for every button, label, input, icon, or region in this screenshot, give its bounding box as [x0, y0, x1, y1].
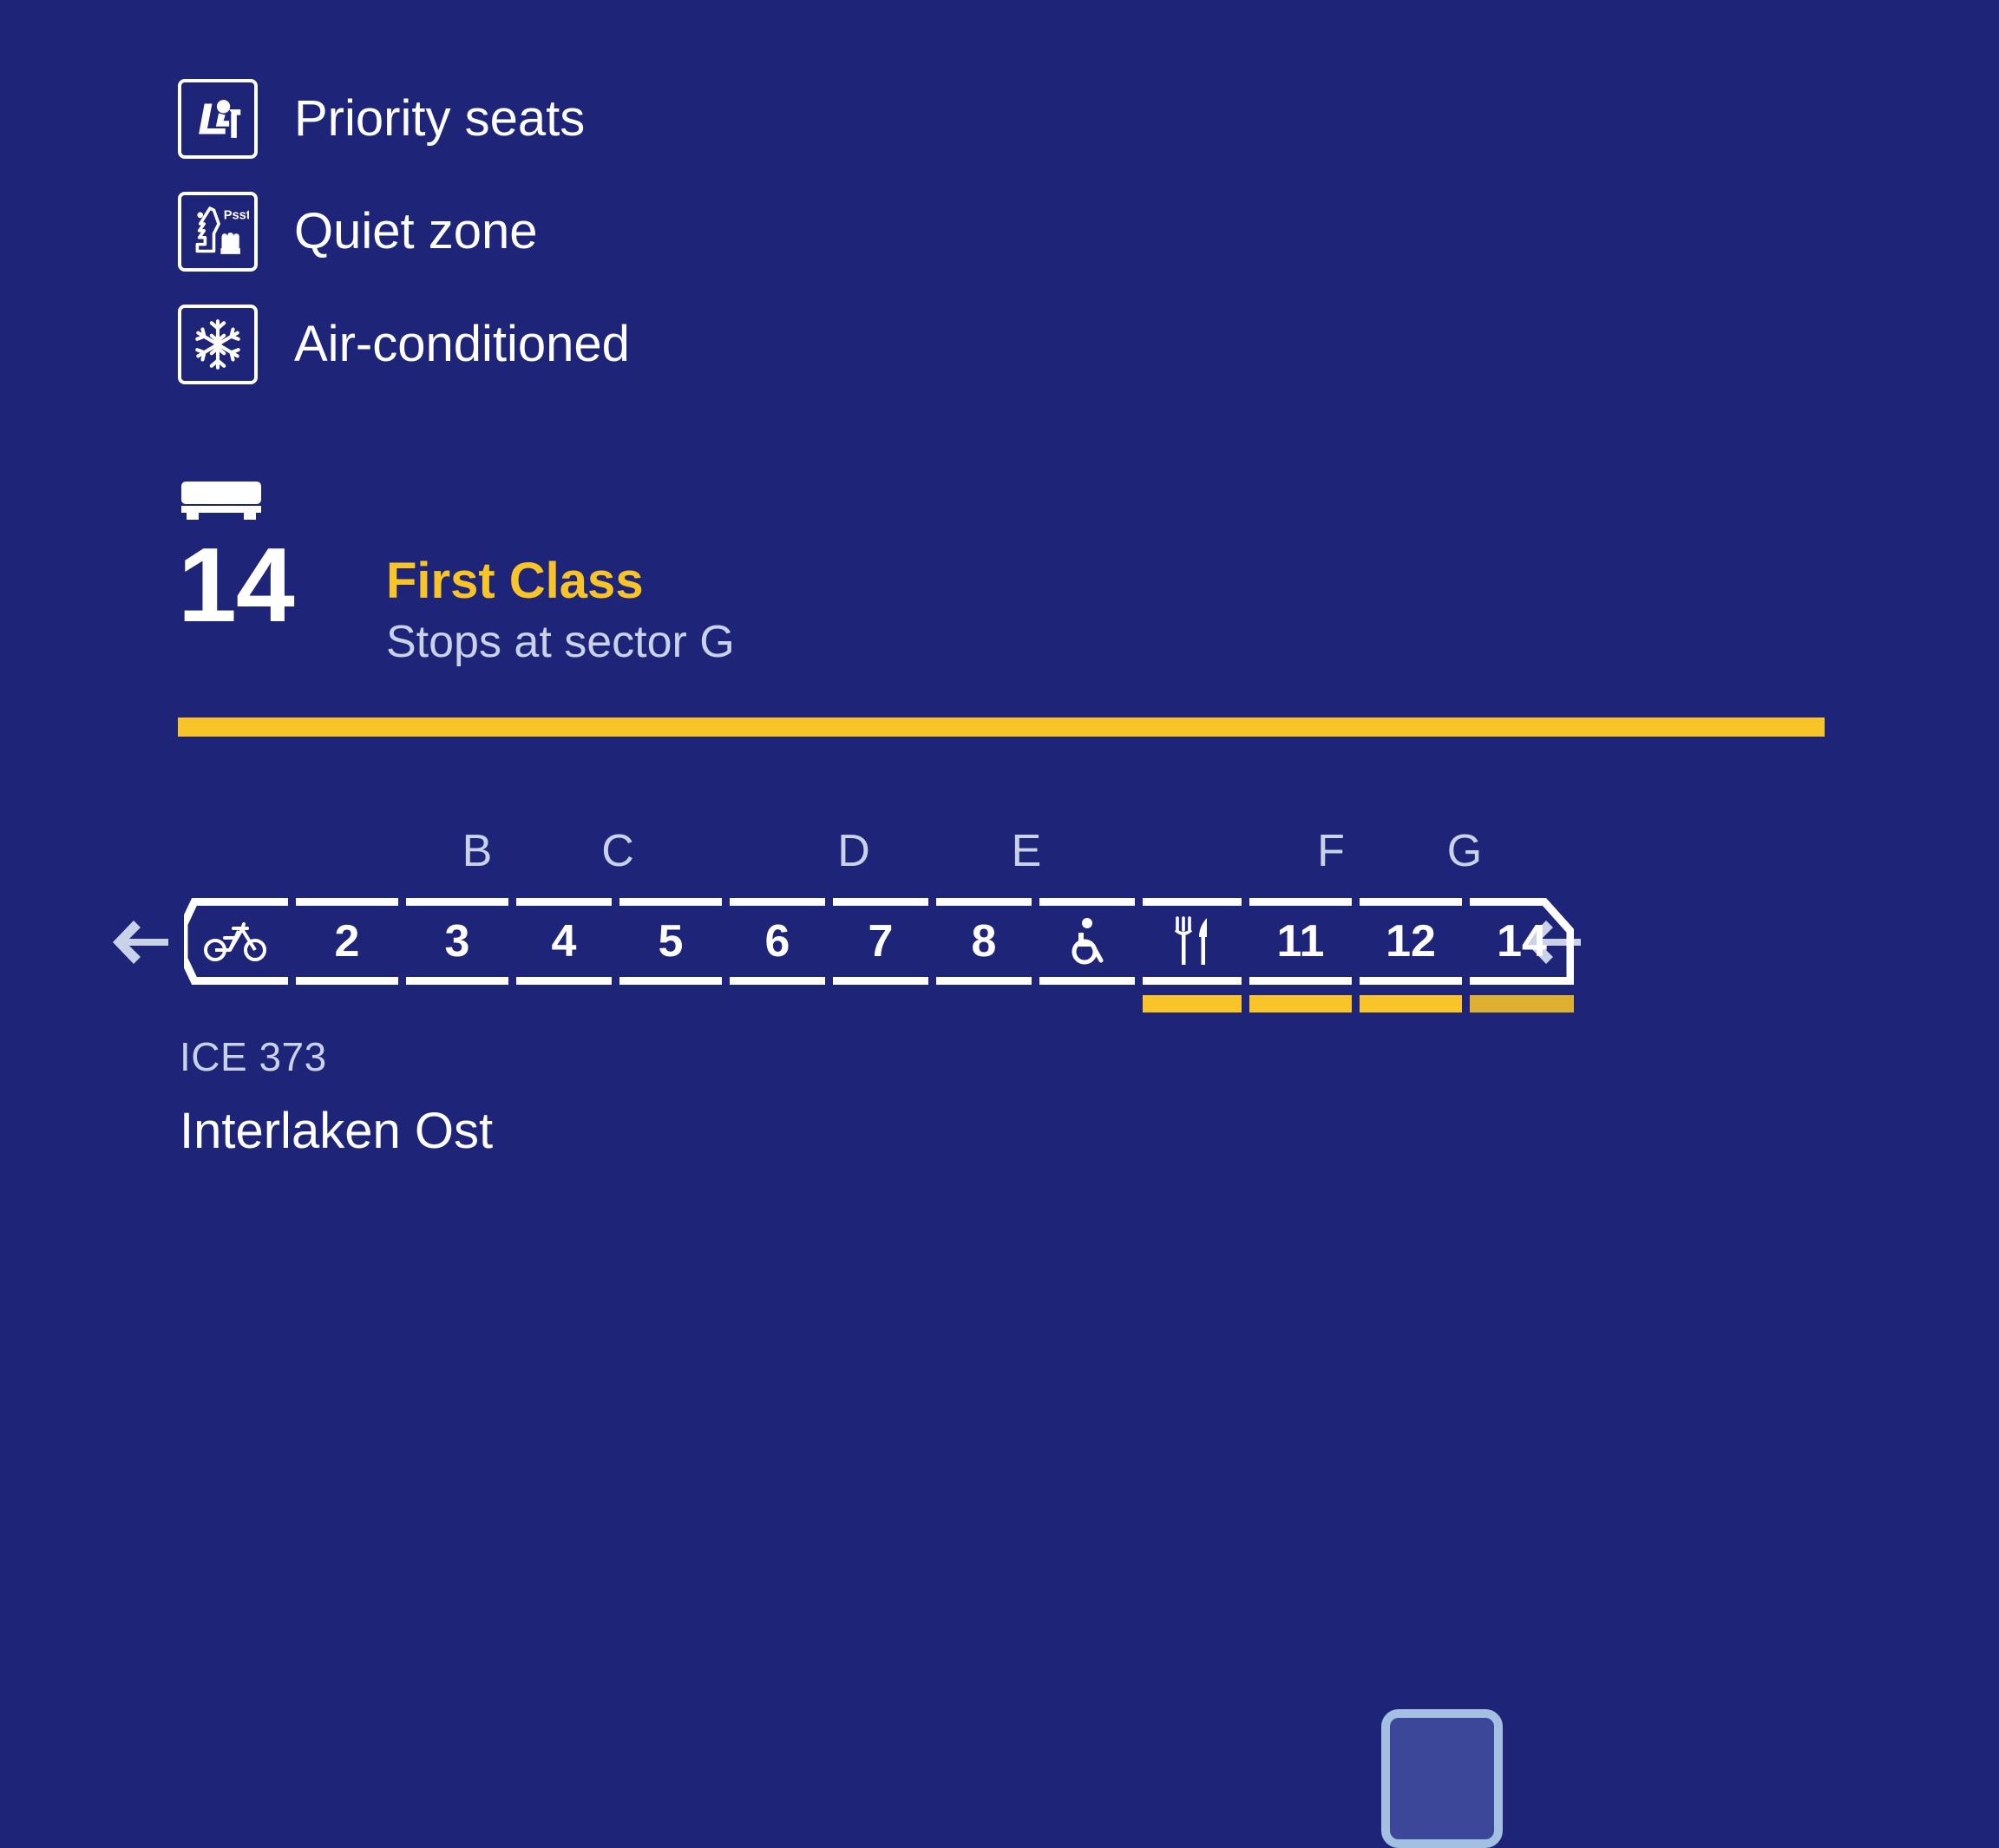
first-class-marker [1249, 995, 1352, 1012]
car-edge-bottom [1249, 977, 1352, 985]
car-number-label: 3 [444, 916, 470, 967]
car-edge-bottom [1360, 977, 1462, 985]
quiet-zone-icon: Psst [178, 192, 258, 272]
car-number-label: 6 [764, 916, 790, 967]
class-sector-note: Stops at sector G [386, 616, 735, 667]
first-class-separator-bar [178, 718, 1825, 737]
cutlery-icon [1172, 916, 1212, 967]
car-edge-top [730, 898, 825, 906]
train-car-7[interactable]: 7 [833, 898, 928, 985]
car-edge-bottom [1143, 977, 1242, 985]
train-car-3[interactable]: 3 [406, 898, 508, 985]
train-car-5[interactable]: 5 [619, 898, 722, 985]
train-car-11[interactable]: 11 [1249, 898, 1352, 1012]
amenity-label: Priority seats [294, 90, 586, 147]
first-class-marker [1470, 995, 1574, 1012]
train-car-14[interactable]: 14 [1470, 898, 1574, 1012]
class-name: First Class [386, 553, 644, 609]
car-edge-top [296, 898, 398, 906]
car-edge-top [516, 898, 612, 906]
amenity-label: Quiet zone [294, 203, 538, 259]
sector-labels-row: B C D E F G [0, 829, 1999, 879]
first-class-marker [1143, 995, 1242, 1012]
car-number-label: 8 [971, 916, 997, 967]
train-car-dining[interactable] [1143, 898, 1242, 1012]
cars-container: 2 3 4 5 6 7 8 11 12 14 [184, 898, 1582, 1012]
train-car-accessible[interactable] [1039, 898, 1135, 985]
car-edge-top [1143, 898, 1242, 906]
car-edge-top [833, 898, 928, 906]
car-edge-top [1249, 898, 1352, 906]
car-number-label: 7 [868, 916, 894, 967]
car-edge-bottom [936, 977, 1032, 985]
train-car-4[interactable]: 4 [516, 898, 612, 985]
snowflake-icon [178, 305, 258, 384]
car-edge-bottom [296, 977, 398, 985]
priority-seat-icon [178, 79, 258, 159]
selected-car-highlight[interactable] [1381, 1709, 1503, 1848]
amenity-priority-seats: Priority seats [178, 76, 630, 161]
car-number-label: 14 [1497, 916, 1547, 967]
sector-label-g: G [1446, 826, 1483, 876]
car-number-label: 2 [334, 916, 360, 967]
car-edge-bottom [406, 977, 508, 985]
car-edge-top [1360, 898, 1462, 906]
car-edge-bottom [730, 977, 825, 985]
sector-label-f: F [1317, 826, 1345, 876]
car-edge-top [1039, 898, 1135, 906]
car-edge-bottom [1039, 977, 1135, 985]
car-edge-top [213, 898, 288, 906]
train-car-2[interactable]: 2 [296, 898, 398, 985]
car-edge-top [1470, 898, 1536, 906]
car-info-block: 14 First Class Stops at sector G [178, 482, 735, 669]
amenity-quiet-zone: Psst Quiet zone [178, 189, 630, 274]
train-car-12[interactable]: 12 [1360, 898, 1462, 1012]
sector-label-d: D [837, 826, 870, 876]
train-composition-diagram: B C D E F G 2 3 4 5 6 7 8 11 12 14 [0, 829, 1999, 1848]
sector-label-e: E [1011, 826, 1042, 876]
car-edge-top [936, 898, 1032, 906]
car-edge-top [619, 898, 722, 906]
car-edge-bottom [833, 977, 928, 985]
wheelchair-icon [1066, 917, 1108, 966]
train-cars-row: 2 3 4 5 6 7 8 11 12 14 [0, 898, 1999, 1012]
car-number-label: 11 [1276, 916, 1325, 967]
train-car-bicycle[interactable] [184, 898, 288, 985]
first-class-marker [1360, 995, 1462, 1012]
sector-label-c: C [601, 826, 634, 876]
quiet-zone-icon-text: Psst [224, 208, 249, 222]
car-number-label: 12 [1386, 916, 1436, 967]
bicycle-icon [204, 921, 268, 962]
car-edge-bottom [516, 977, 612, 985]
train-destination: Interlaken Ost [180, 1103, 494, 1159]
sector-label-b: B [462, 826, 493, 876]
train-service-number: ICE 373 [180, 1034, 327, 1079]
car-edge-top [406, 898, 508, 906]
train-car-6[interactable]: 6 [730, 898, 825, 985]
train-car-8[interactable]: 8 [936, 898, 1032, 985]
car-number: 14 [178, 526, 295, 644]
car-edge-bottom [619, 977, 722, 985]
arrow-left-icon [113, 921, 168, 964]
amenities-list: Priority seats Psst Quiet zone Air-condi… [178, 76, 630, 415]
car-number-label: 5 [658, 916, 684, 967]
car-edge-bottom [213, 977, 288, 985]
car-number-label: 4 [551, 916, 577, 967]
amenity-label: Air-conditioned [294, 316, 630, 372]
amenity-air-conditioned: Air-conditioned [178, 302, 630, 387]
car-edge-bottom [1470, 977, 1536, 985]
train-car-icon [181, 482, 261, 520]
